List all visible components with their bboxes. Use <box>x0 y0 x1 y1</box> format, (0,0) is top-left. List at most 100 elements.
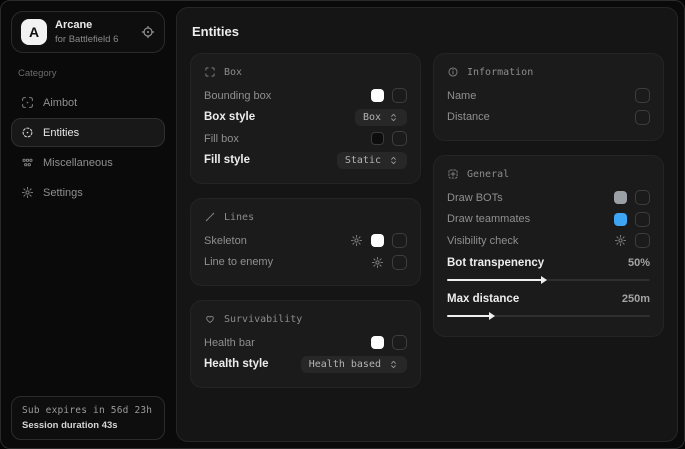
row-label: Skeleton <box>204 235 247 247</box>
row-controls <box>635 110 650 125</box>
row-fill-box: Fill box <box>204 128 407 150</box>
name-checkbox[interactable] <box>635 88 650 103</box>
sidebar-item-label: Settings <box>43 187 83 199</box>
bot-transpenency-slider[interactable] <box>447 276 650 285</box>
line-icon <box>204 211 216 223</box>
row-label: Health bar <box>204 337 255 349</box>
row-label: Health style <box>204 358 269 370</box>
bounding-box-color-swatch[interactable] <box>371 89 384 102</box>
health-bar-checkbox[interactable] <box>392 335 407 350</box>
health-bar-color-swatch[interactable] <box>371 336 384 349</box>
row-label: Bounding box <box>204 90 271 102</box>
visibility-check-gear-icon[interactable] <box>614 234 627 247</box>
sidebar-item-miscellaneous[interactable]: Miscellaneous <box>11 148 165 177</box>
row-draw-bots: Draw BOTs <box>447 187 650 209</box>
card-header: Box <box>204 66 407 78</box>
app-header-text: Arcane for Battlefield 6 <box>55 19 118 45</box>
card-box: BoxBounding boxBox styleBoxFill boxFill … <box>190 53 421 184</box>
sidebar-item-entities[interactable]: Entities <box>11 118 165 147</box>
line-to-enemy-gear-icon[interactable] <box>371 256 384 269</box>
row-fill-style: Fill style Static <box>204 150 407 172</box>
main-panel: Entities Box Bounding box Box style Box Fill… <box>176 7 678 442</box>
app-subtitle: for Battlefield 6 <box>55 34 118 45</box>
box-style-dropdown[interactable]: Box <box>355 109 407 126</box>
row-label: Draw teammates <box>447 213 530 225</box>
skeleton-gear-icon[interactable] <box>350 234 363 247</box>
row-controls: Box <box>355 109 407 126</box>
line-to-enemy-checkbox[interactable] <box>392 255 407 270</box>
row-label: Fill style <box>204 154 250 166</box>
card-title: Lines <box>224 212 254 223</box>
row-distance: Distance <box>447 107 650 129</box>
card-information: Information Name Distance <box>433 53 664 141</box>
draw-teammates-checkbox[interactable] <box>635 212 650 227</box>
sidebar-item-label: Aimbot <box>43 97 77 109</box>
row-draw-teammates: Draw teammates <box>447 209 650 231</box>
card-header: General <box>447 168 650 180</box>
row-bounding-box: Bounding box <box>204 85 407 107</box>
grid-dots-icon <box>21 156 34 169</box>
card-header: Lines <box>204 211 407 223</box>
card-lines: Lines Skeleton Line to enemy <box>190 198 421 286</box>
card-title: Box <box>224 67 242 78</box>
row-label: Line to enemy <box>204 256 273 268</box>
dropdown-value: Health based <box>309 359 381 370</box>
row-visibility-check: Visibility check <box>447 230 650 252</box>
gear-icon <box>21 186 34 199</box>
page-title: Entities <box>192 24 662 39</box>
slider-thumb[interactable] <box>489 312 495 320</box>
draw-bots-checkbox[interactable] <box>635 190 650 205</box>
column-left: BoxBounding boxBox styleBoxFill boxFill … <box>190 53 421 388</box>
card-title: Information <box>467 67 533 78</box>
fill-box-color-swatch[interactable] <box>371 132 384 145</box>
row-max-distance: Max distance250m <box>447 288 650 324</box>
row-controls <box>371 335 407 350</box>
sidebar-item-settings[interactable]: Settings <box>11 178 165 207</box>
health-style-dropdown[interactable]: Health based <box>301 356 407 373</box>
draw-teammates-color-swatch[interactable] <box>614 213 627 226</box>
heart-icon <box>204 313 216 325</box>
row-controls: 250m <box>622 293 650 305</box>
updown-icon <box>388 359 399 370</box>
card-general: General Draw BOTs Draw teammates Visibility… <box>433 155 664 337</box>
column-right: Information Name Distance General Draw BOTs D… <box>433 53 664 337</box>
row-skeleton: Skeleton <box>204 230 407 252</box>
visibility-check-checkbox[interactable] <box>635 233 650 248</box>
scan-icon <box>21 126 34 139</box>
row-name: Name <box>447 85 650 107</box>
dropdown-value: Static <box>345 155 381 166</box>
info-icon <box>447 66 459 78</box>
slider-thumb[interactable] <box>541 276 547 284</box>
distance-checkbox[interactable] <box>635 110 650 125</box>
row-box-style: Box style Box <box>204 107 407 129</box>
row-label: Distance <box>447 111 490 123</box>
draw-bots-color-swatch[interactable] <box>614 191 627 204</box>
slider-label-row: Bot transpenency50% <box>447 253 650 273</box>
row-label: Draw BOTs <box>447 192 503 204</box>
sub-expiry-text: Sub expires in 56d 23h <box>22 405 154 416</box>
row-controls <box>614 212 650 227</box>
skeleton-checkbox[interactable] <box>392 233 407 248</box>
sidebar-nav: Aimbot EntitiesMiscellaneous Settings <box>11 88 165 207</box>
frame-icon <box>204 66 216 78</box>
card-header: Survivability <box>204 313 407 325</box>
skeleton-color-swatch[interactable] <box>371 234 384 247</box>
app-title: Arcane <box>55 19 118 32</box>
row-controls <box>635 88 650 103</box>
row-controls <box>614 233 650 248</box>
sidebar-item-aimbot[interactable]: Aimbot <box>11 88 165 117</box>
row-line-to-enemy: Line to enemy <box>204 252 407 274</box>
row-controls <box>371 255 407 270</box>
crosshair-icon <box>21 96 34 109</box>
card-survivability: Survivability Health bar Health style Healt… <box>190 300 421 388</box>
target-icon[interactable] <box>141 25 155 39</box>
card-title: General <box>467 169 509 180</box>
bounding-box-checkbox[interactable] <box>392 88 407 103</box>
row-controls <box>350 233 407 248</box>
row-label: Box style <box>204 111 255 123</box>
fill-style-dropdown[interactable]: Static <box>337 152 407 169</box>
max-distance-slider[interactable] <box>447 312 650 321</box>
slider-label-row: Max distance250m <box>447 289 650 309</box>
fill-box-checkbox[interactable] <box>392 131 407 146</box>
arcane-window: A Arcane for Battlefield 6 Category Aimb… <box>0 0 685 449</box>
